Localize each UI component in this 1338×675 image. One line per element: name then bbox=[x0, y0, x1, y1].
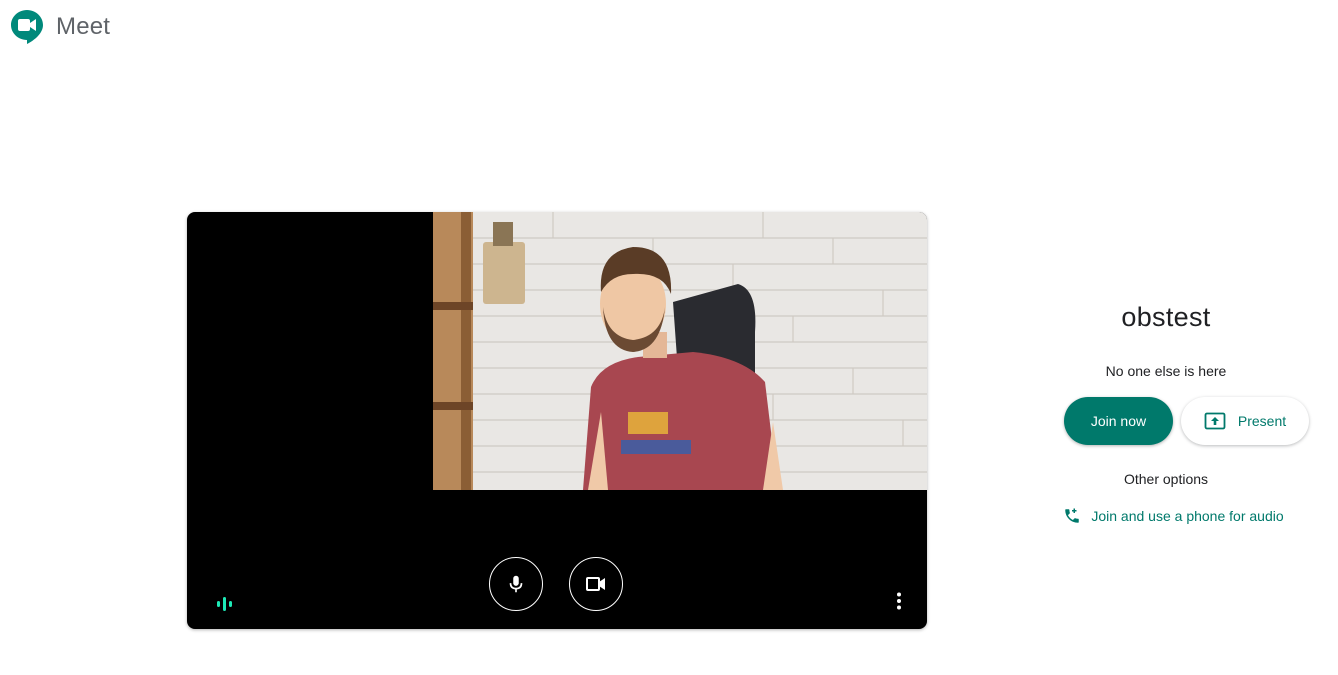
meeting-name: obstest bbox=[1121, 302, 1211, 332]
microphone-icon bbox=[509, 575, 523, 593]
join-with-phone-link[interactable]: Join and use a phone for audio bbox=[1015, 507, 1332, 525]
microphone-toggle-button[interactable] bbox=[489, 557, 543, 611]
phone-add-icon bbox=[1065, 508, 1080, 523]
other-options-label: Other options bbox=[1123, 471, 1209, 487]
audio-level-icon bbox=[217, 597, 232, 611]
phone-link-label: Join and use a phone for audio bbox=[1091, 508, 1284, 524]
video-preview bbox=[187, 212, 927, 629]
camera-feed bbox=[433, 212, 927, 490]
google-meet-logo-icon[interactable] bbox=[10, 9, 44, 45]
join-actions: Join now Present bbox=[1000, 397, 1332, 445]
header: Meet bbox=[10, 8, 110, 46]
camera-toggle-button[interactable] bbox=[569, 557, 623, 611]
present-label: Present bbox=[1237, 413, 1287, 429]
present-screen-icon bbox=[1204, 412, 1226, 430]
join-panel: obstest No one else is here Join now Pre… bbox=[1000, 290, 1332, 525]
join-now-button[interactable]: Join now bbox=[1064, 397, 1173, 445]
meeting-status: No one else is here bbox=[1105, 363, 1227, 379]
more-vert-icon bbox=[897, 592, 901, 610]
present-button[interactable]: Present bbox=[1181, 397, 1309, 445]
video-camera-icon bbox=[586, 577, 605, 591]
more-options-button[interactable] bbox=[887, 589, 911, 613]
app-title: Meet bbox=[56, 13, 111, 40]
